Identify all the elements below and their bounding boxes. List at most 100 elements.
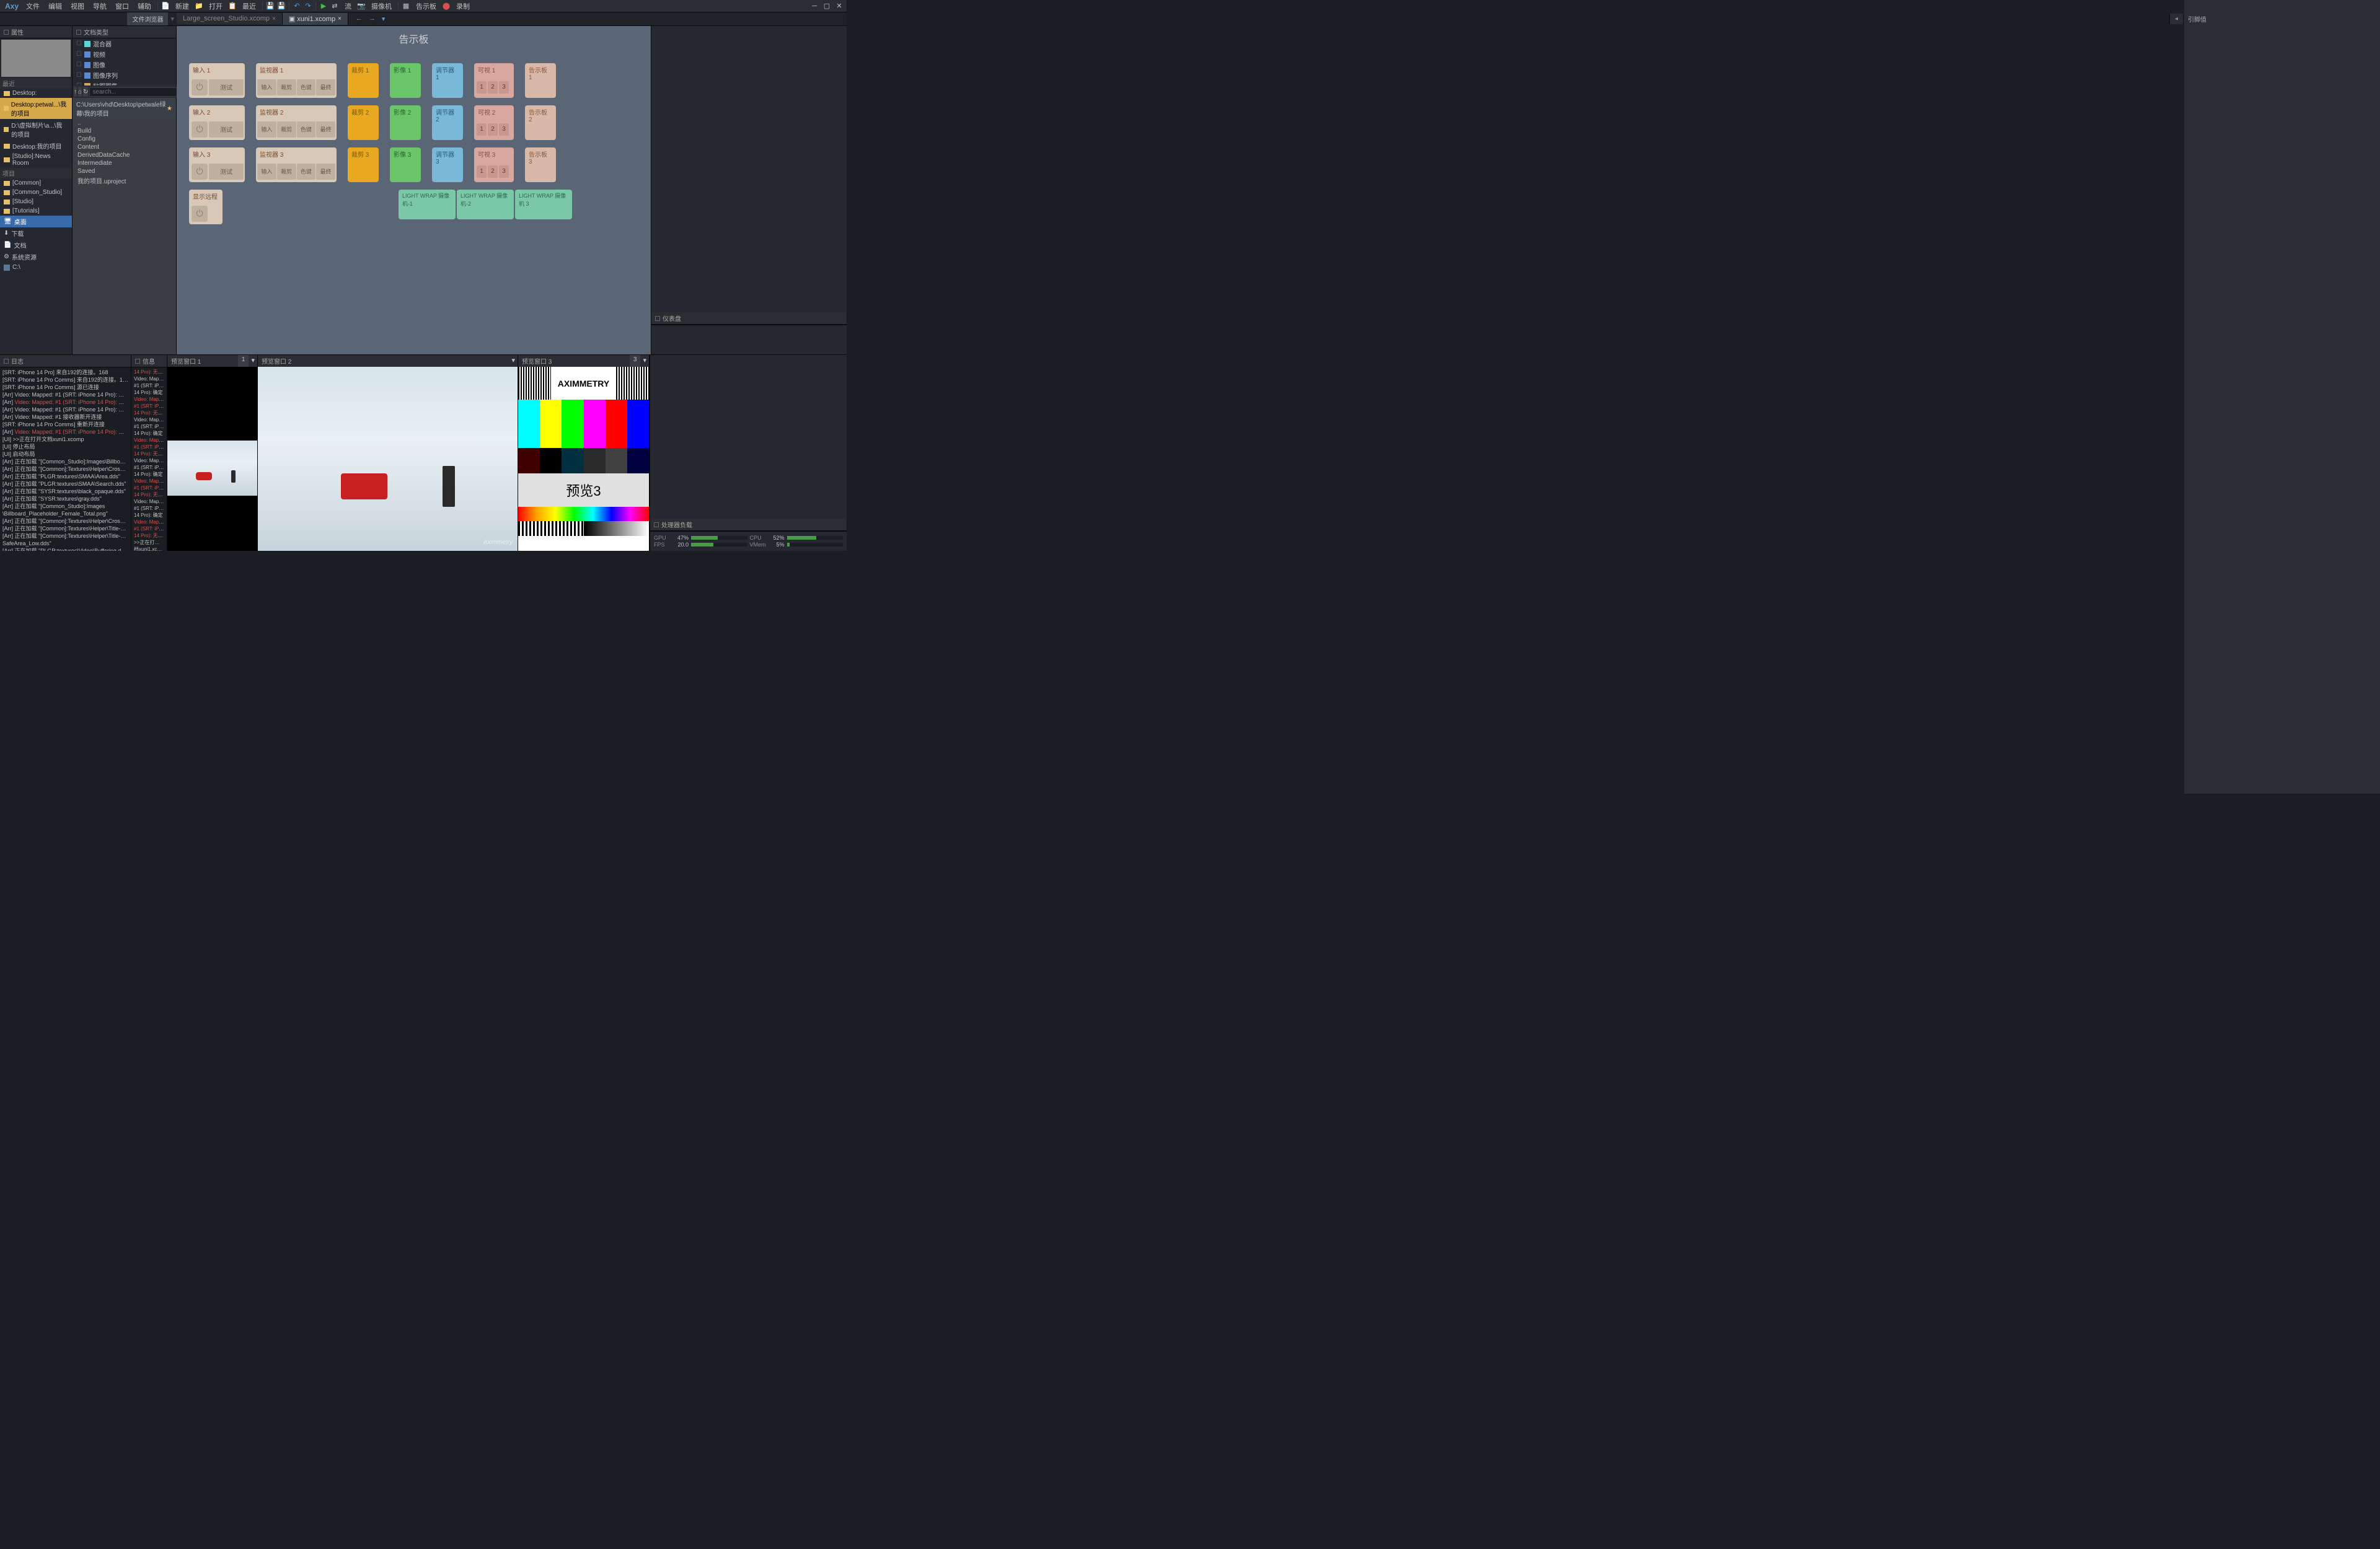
num-button[interactable]: 1 bbox=[477, 123, 487, 136]
node-green[interactable]: 影像 2 bbox=[390, 105, 421, 140]
node-yellow[interactable]: 裁剪 3 bbox=[348, 147, 379, 182]
doc-type-item[interactable]: ☐视频 bbox=[73, 49, 176, 59]
new-button[interactable]: 新建 bbox=[172, 0, 193, 12]
node-blue[interactable]: 调节器 2 bbox=[432, 105, 463, 140]
record-icon[interactable]: ⬤ bbox=[441, 1, 451, 11]
redo-icon[interactable]: ↷ bbox=[303, 1, 313, 11]
node-blue[interactable]: 调节器 3 bbox=[432, 147, 463, 182]
save-icon[interactable]: 💾 bbox=[265, 1, 275, 11]
node-button[interactable]: 最终 bbox=[316, 79, 335, 95]
file-item[interactable]: Config bbox=[73, 135, 176, 143]
node-green[interactable]: 影像 1 bbox=[390, 63, 421, 98]
node-lightwrap[interactable]: LIGHT WRAP 摄像机-1 bbox=[399, 190, 456, 219]
node-button[interactable]: 测试 bbox=[209, 164, 244, 180]
board-icon[interactable]: ▦ bbox=[401, 1, 411, 11]
node-button[interactable]: 输入 bbox=[257, 79, 276, 95]
doc-tab[interactable]: ▣ xuni1.xcomp× bbox=[283, 13, 348, 25]
node-button[interactable]: 测试 bbox=[209, 121, 244, 138]
node-input[interactable]: 输入 1⏻测试 bbox=[189, 63, 245, 98]
num-button[interactable]: 1 bbox=[477, 81, 487, 94]
num-button[interactable]: 2 bbox=[488, 81, 498, 94]
stream-icon[interactable]: ⇄ bbox=[330, 1, 340, 11]
star-icon[interactable]: ★ bbox=[167, 105, 172, 112]
doc-type-item[interactable]: ☐贴图图集 bbox=[73, 81, 176, 86]
recent-button[interactable]: 最近 bbox=[239, 0, 260, 12]
drive-item[interactable]: C:\ bbox=[0, 263, 72, 272]
node-pink[interactable]: 可视 1123 bbox=[474, 63, 514, 98]
recent-item[interactable]: Desktop:我的项目 bbox=[0, 140, 72, 152]
recent-item[interactable]: Desktop:petwal...\我的项目 bbox=[0, 98, 72, 119]
node-tan[interactable]: 告示板 1 bbox=[525, 63, 556, 98]
open-folder-icon[interactable]: 📁 bbox=[194, 1, 204, 11]
file-item[interactable]: 我的项目.uproject bbox=[73, 175, 176, 186]
node-remote[interactable]: 显示远程⏻ bbox=[189, 190, 223, 224]
nav-refresh-icon[interactable]: ↻ bbox=[83, 87, 88, 97]
path-bar[interactable]: C:\Users\vhd\Desktop\petwale绿幕\我的项目★ bbox=[73, 98, 176, 119]
node-input[interactable]: 输入 2⏻测试 bbox=[189, 105, 245, 140]
power-icon[interactable]: ⏻ bbox=[192, 206, 208, 222]
node-monitor[interactable]: 监视器 2输入裁剪色键最终 bbox=[256, 105, 337, 140]
node-input[interactable]: 输入 3⏻测试 bbox=[189, 147, 245, 182]
num-button[interactable]: 2 bbox=[488, 165, 498, 178]
menu-file[interactable]: 文件 bbox=[22, 0, 43, 12]
menu-window[interactable]: 窗口 bbox=[112, 0, 133, 12]
recent-item[interactable]: D:\虚拟制片\a...\我的项目 bbox=[0, 119, 72, 140]
node-button[interactable]: 最终 bbox=[316, 121, 335, 138]
project-item[interactable]: [Tutorials] bbox=[0, 206, 72, 216]
node-yellow[interactable]: 裁剪 2 bbox=[348, 105, 379, 140]
pin-tab-left[interactable]: ◂ bbox=[2169, 14, 2183, 24]
node-lightwrap[interactable]: LIGHT WRAP 摄像机-2 bbox=[457, 190, 514, 219]
recent-icon[interactable]: 📋 bbox=[227, 1, 237, 11]
node-blue[interactable]: 调节器 1 bbox=[432, 63, 463, 98]
power-icon[interactable]: ⏻ bbox=[192, 79, 208, 95]
node-green[interactable]: 影像 3 bbox=[390, 147, 421, 182]
num-button[interactable]: 3 bbox=[499, 123, 509, 136]
node-button[interactable]: 裁剪 bbox=[277, 164, 296, 180]
canvas[interactable]: 告示板 输入 1⏻测试监视器 1输入裁剪色键最终裁剪 1影像 1调节器 1可视 … bbox=[177, 26, 651, 354]
power-icon[interactable]: ⏻ bbox=[192, 121, 208, 138]
num-button[interactable]: 3 bbox=[499, 165, 509, 178]
preview-1-num[interactable]: 1 bbox=[238, 355, 249, 367]
node-button[interactable]: 色键 bbox=[297, 121, 316, 138]
file-browser-tab[interactable]: 文件浏览器 bbox=[127, 12, 168, 25]
preview-1-menu-icon[interactable]: ▾ bbox=[249, 355, 257, 367]
open-button[interactable]: 打开 bbox=[205, 0, 226, 12]
node-button[interactable]: 输入 bbox=[257, 121, 276, 138]
doc-type-item[interactable]: ☐图像序列 bbox=[73, 70, 176, 81]
doc-type-item[interactable]: ☐图像 bbox=[73, 59, 176, 70]
doc-tab[interactable]: Large_screen_Studio.xcomp× bbox=[177, 13, 283, 24]
preview-3-num[interactable]: 3 bbox=[630, 355, 641, 367]
play-icon[interactable]: ▶ bbox=[319, 1, 328, 11]
minimize-icon[interactable]: ─ bbox=[809, 1, 819, 11]
menu-nav[interactable]: 导航 bbox=[89, 0, 110, 12]
menu-view[interactable]: 视图 bbox=[67, 0, 88, 12]
file-item[interactable]: Intermediate bbox=[73, 159, 176, 167]
nav-up-icon[interactable]: ↑ bbox=[74, 87, 77, 97]
preview-2-menu-icon[interactable]: ▾ bbox=[509, 355, 518, 367]
node-button[interactable]: 最终 bbox=[316, 164, 335, 180]
close-icon[interactable]: ✕ bbox=[834, 1, 844, 11]
tab-chevron-icon[interactable]: ▾ bbox=[168, 15, 177, 23]
node-yellow[interactable]: 裁剪 1 bbox=[348, 63, 379, 98]
recent-item[interactable]: Desktop: bbox=[0, 89, 72, 98]
stream-button[interactable]: 流 bbox=[341, 0, 355, 12]
maximize-icon[interactable]: ▢ bbox=[822, 1, 832, 11]
file-item[interactable]: .. bbox=[73, 119, 176, 127]
file-item[interactable]: DerivedDataCache bbox=[73, 151, 176, 159]
node-button[interactable]: 输入 bbox=[257, 164, 276, 180]
node-monitor[interactable]: 监视器 3输入裁剪色键最终 bbox=[256, 147, 337, 182]
num-button[interactable]: 3 bbox=[499, 81, 509, 94]
save-all-icon[interactable]: 💾 bbox=[276, 1, 286, 11]
node-button[interactable]: 裁剪 bbox=[277, 79, 296, 95]
record-button[interactable]: 录制 bbox=[452, 0, 474, 12]
preview-thumbnail[interactable] bbox=[1, 40, 71, 77]
node-pink[interactable]: 可视 3123 bbox=[474, 147, 514, 182]
node-lightwrap[interactable]: LIGHT WRAP 摄像机 3 bbox=[515, 190, 572, 219]
nav-back-icon[interactable]: ← bbox=[353, 14, 365, 24]
tab-close-icon[interactable]: × bbox=[338, 15, 342, 22]
num-button[interactable]: 2 bbox=[488, 123, 498, 136]
node-button[interactable]: 色键 bbox=[297, 164, 316, 180]
menu-help[interactable]: 辅助 bbox=[134, 0, 155, 12]
preview-2-content[interactable]: Aximmetry bbox=[258, 367, 518, 551]
node-pink[interactable]: 可视 2123 bbox=[474, 105, 514, 140]
